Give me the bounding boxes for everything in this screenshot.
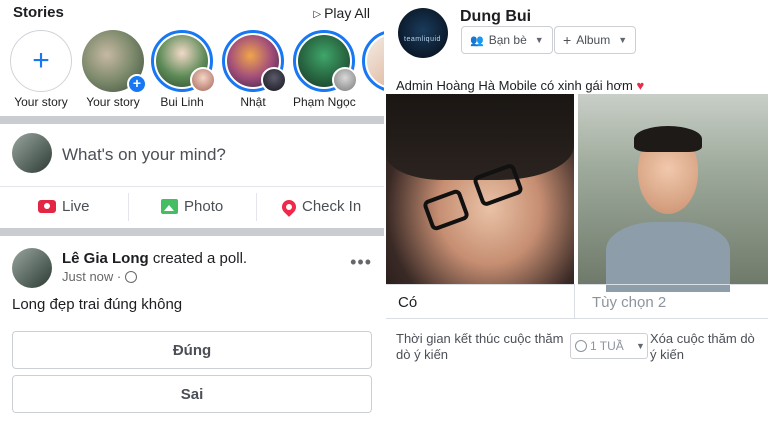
post-meta: Just now · (62, 269, 138, 284)
story-nhat[interactable]: Nhật (222, 30, 287, 109)
story-avatar (362, 30, 384, 92)
story-label: Your story (14, 95, 68, 109)
poll-duration-select[interactable]: 1 TUẦ ▼ (570, 333, 648, 359)
play-all-button[interactable]: ▷ Play All (313, 5, 370, 21)
divider (0, 186, 384, 187)
globe-icon (125, 270, 138, 283)
poll-option-image[interactable] (386, 94, 574, 284)
story-bui-linh[interactable]: Bui Linh (151, 30, 216, 109)
check-in-button[interactable]: Check In (279, 196, 362, 217)
location-pin-icon (279, 196, 299, 217)
add-story-circle: + (10, 30, 72, 92)
poll-option-image[interactable] (578, 94, 768, 292)
caret-down-icon: ▼ (534, 35, 544, 45)
post-author-name[interactable]: Lê Gia Long (62, 250, 149, 267)
delete-poll-link[interactable]: Xóa cuộc thăm dò ý kiến (650, 331, 760, 363)
stories-title: Stories (13, 4, 64, 21)
post-header: Lê Gia Long created a poll. (62, 250, 247, 267)
section-divider (0, 116, 384, 124)
duration-value: 1 TUẦ (590, 338, 624, 353)
story-avatar (222, 30, 287, 93)
poll-composer-pane: teamliquid Dung Bui 👥 Bạn bè ▼ + Album ▼… (384, 0, 768, 432)
post-text: Long đẹp trai đúng không (12, 296, 183, 313)
story-mini-avatar (190, 67, 216, 93)
avatar[interactable] (12, 133, 52, 173)
story-create[interactable]: + Your story (10, 30, 72, 109)
friends-icon: 👥 (470, 34, 484, 47)
story-label: Your story (86, 95, 140, 109)
poll-option-button[interactable]: Sai (12, 375, 372, 413)
story-avatar: + (82, 30, 147, 94)
poll-option-input[interactable]: Tùy chọn 2 (580, 286, 768, 318)
story-label: Bui Linh (160, 95, 204, 109)
play-all-label: Play All (324, 5, 370, 21)
photo-label: Photo (184, 198, 224, 215)
post-timestamp[interactable]: Just now · (62, 269, 121, 284)
composer-input[interactable]: What's on your mind? (62, 145, 226, 165)
caret-down-icon: ▼ (636, 341, 645, 351)
plus-icon: + (563, 32, 572, 48)
story-avatar (151, 30, 216, 93)
story-label: Phạm Ngọc (293, 95, 356, 109)
story-own[interactable]: + Your story (82, 30, 147, 109)
album-selector[interactable]: + Album ▼ (554, 26, 637, 54)
post-action-text: created a poll. (152, 250, 248, 267)
section-divider (0, 228, 384, 236)
more-options-icon[interactable]: ••• (350, 252, 372, 273)
heart-icon: ♥ (636, 78, 645, 93)
poll-option-input[interactable]: Có (386, 286, 574, 318)
add-badge-icon: + (127, 74, 147, 94)
live-label: Live (62, 198, 90, 215)
story-pham-ngoc[interactable]: Phạm Ngọc (293, 30, 358, 109)
video-camera-icon (38, 200, 56, 213)
author-name[interactable]: Dung Bui (460, 8, 531, 26)
story-avatar (293, 30, 358, 93)
post-caption[interactable]: Admin Hoàng Hà Mobile có xinh gái hơm ♥ (396, 78, 644, 93)
story-mini-avatar (332, 67, 358, 93)
audience-label: Bạn bè (488, 33, 527, 47)
story-mini-avatar (261, 67, 287, 93)
story-next[interactable] (362, 30, 384, 92)
logo-text: teamliquid (404, 36, 441, 43)
audience-selector[interactable]: 👥 Bạn bè ▼ (461, 26, 553, 54)
divider (256, 193, 257, 221)
caption-text: Admin Hoàng Hà Mobile có xinh gái hơm (396, 78, 633, 93)
photo-icon (161, 199, 178, 214)
divider (386, 318, 768, 319)
avatar[interactable]: teamliquid (398, 8, 448, 58)
photo-button[interactable]: Photo (161, 198, 223, 215)
play-icon: ▷ (313, 9, 322, 20)
check-in-label: Check In (302, 198, 362, 215)
clock-icon (575, 340, 587, 352)
album-label: Album (576, 33, 611, 47)
plus-icon: + (32, 44, 50, 77)
poll-option-button[interactable]: Đúng (12, 331, 372, 369)
story-label: Nhật (240, 95, 266, 109)
avatar[interactable] (12, 248, 52, 288)
caret-down-icon: ▼ (618, 35, 628, 45)
divider (386, 284, 574, 285)
divider (574, 284, 575, 318)
poll-end-time-label: Thời gian kết thúc cuộc thăm dò ý kiến (396, 331, 564, 362)
feed-pane: Stories ▷ Play All + Your story + Your st… (0, 0, 384, 432)
divider (578, 284, 768, 285)
live-button[interactable]: Live (38, 198, 90, 215)
divider (128, 193, 129, 221)
